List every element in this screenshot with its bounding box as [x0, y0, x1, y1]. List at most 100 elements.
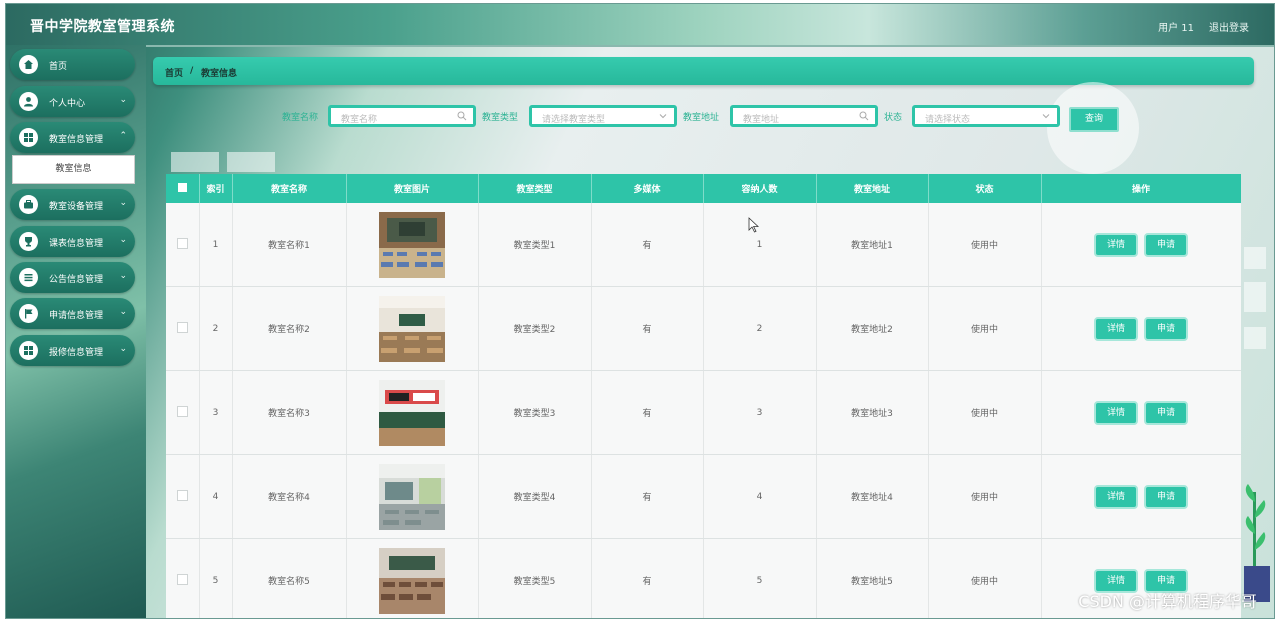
cell-name: 教室名称3 — [232, 370, 347, 455]
classroom-address-input[interactable]: 教室地址 — [730, 105, 878, 127]
chevron-down-icon: ⌄ — [119, 95, 127, 105]
cell-capacity: 3 — [703, 370, 817, 455]
classroom-table: 索引 教室名称 教室图片 教室类型 多媒体 容纳人数 教室地址 状态 操作 1 … — [166, 174, 1241, 618]
table-header-row: 索引 教室名称 教室图片 教室类型 多媒体 容纳人数 教室地址 状态 操作 — [166, 174, 1241, 203]
apply-button[interactable]: 申请 — [1144, 400, 1188, 425]
status-select[interactable]: 请选择状态 — [912, 105, 1060, 127]
chevron-down-icon: ⌄ — [119, 198, 127, 208]
table-row: 4 教室名称4 教室类型4 有 4 教室地址4 使用中 详情 申请 — [166, 454, 1241, 539]
classroom-photo — [379, 211, 445, 278]
user-name: 用户 11 — [1158, 23, 1194, 34]
query-button[interactable]: 查询 — [1069, 107, 1119, 132]
cell-name: 教室名称4 — [232, 454, 347, 539]
detail-button[interactable]: 详情 — [1094, 484, 1138, 509]
select-all-checkbox[interactable] — [166, 174, 200, 203]
user-icon — [19, 92, 38, 111]
cell-address: 教室地址4 — [816, 454, 929, 539]
row-checkbox[interactable] — [166, 203, 200, 287]
cell-image — [346, 203, 479, 287]
chevron-down-icon — [1041, 111, 1051, 124]
chevron-down-icon: ⌄ — [119, 271, 127, 281]
sidebar-item-schedule[interactable]: 课表信息管理 ⌄ — [10, 226, 135, 257]
classroom-photo — [379, 463, 445, 530]
detail-button[interactable]: 详情 — [1094, 400, 1138, 425]
cell-actions: 详情 申请 — [1041, 203, 1241, 287]
classroom-photo — [379, 295, 445, 362]
apply-button[interactable]: 申请 — [1144, 484, 1188, 509]
cell-status: 使用中 — [928, 370, 1042, 455]
cell-name: 教室名称5 — [232, 538, 347, 618]
sidebar-item-classroom-info[interactable]: 教室信息管理 ⌃ — [10, 122, 135, 153]
breadcrumb-home[interactable]: 首页 — [165, 66, 183, 79]
sidebar-item-equipment[interactable]: 教室设备管理 ⌄ — [10, 189, 135, 220]
row-checkbox[interactable] — [166, 538, 200, 618]
column-header: 教室类型 — [478, 174, 592, 203]
sidebar-item-label: 首页 — [49, 62, 68, 72]
chevron-down-icon: ⌄ — [119, 344, 127, 354]
site-title: 晋中学院教室管理系统 — [30, 19, 175, 35]
input-placeholder: 教室地址 — [743, 115, 780, 125]
cell-image — [346, 370, 479, 455]
row-checkbox[interactable] — [166, 370, 200, 455]
flag-icon — [19, 304, 38, 323]
sidebar-item-application[interactable]: 申请信息管理 ⌄ — [10, 298, 135, 329]
cell-capacity: 4 — [703, 454, 817, 539]
cell-name: 教室名称1 — [232, 203, 347, 287]
sidebar-item-home[interactable]: 首页 — [10, 49, 135, 80]
cell-type: 教室类型2 — [478, 286, 592, 371]
sidebar-item-personal-center[interactable]: 个人中心 ⌄ — [10, 86, 135, 117]
cell-type: 教室类型1 — [478, 203, 592, 287]
sidebar-subitem-classroom[interactable]: 教室信息 — [12, 155, 135, 184]
chevron-down-icon: ⌄ — [119, 235, 127, 245]
cell-capacity: 1 — [703, 203, 817, 287]
chevron-up-icon: ⌃ — [119, 131, 127, 141]
sidebar-item-announcement[interactable]: 公告信息管理 ⌄ — [10, 262, 135, 293]
search-icon — [859, 111, 869, 124]
cell-image — [346, 286, 479, 371]
classroom-type-select[interactable]: 请选择教室类型 — [529, 105, 677, 127]
cell-index: 3 — [199, 370, 233, 455]
top-header: 晋中学院教室管理系统 用户 11 退出登录 — [6, 4, 1274, 47]
detail-button[interactable]: 详情 — [1094, 232, 1138, 257]
sidebar-item-label: 公告信息管理 — [49, 275, 104, 285]
sidebar-item-label: 报修信息管理 — [49, 348, 104, 358]
cell-address: 教室地址5 — [816, 538, 929, 618]
breadcrumb: 首页 / 教室信息 — [153, 57, 1254, 85]
column-header: 操作 — [1041, 174, 1241, 203]
cell-capacity: 5 — [703, 538, 817, 618]
background-decoration — [1244, 327, 1266, 349]
logout-link[interactable]: 退出登录 — [1209, 19, 1249, 34]
classroom-name-input[interactable]: 教室名称 — [328, 105, 476, 127]
cell-media: 有 — [591, 370, 704, 455]
cell-type: 教室类型3 — [478, 370, 592, 455]
home-icon — [19, 55, 38, 74]
cell-index: 1 — [199, 203, 233, 287]
cell-name: 教室名称2 — [232, 286, 347, 371]
cell-media: 有 — [591, 286, 704, 371]
cell-status: 使用中 — [928, 538, 1042, 618]
row-checkbox[interactable] — [166, 286, 200, 371]
column-header: 教室图片 — [346, 174, 479, 203]
sidebar-item-label: 课表信息管理 — [49, 239, 104, 249]
cell-actions: 详情 申请 — [1041, 454, 1241, 539]
row-checkbox[interactable] — [166, 454, 200, 539]
detail-button[interactable]: 详情 — [1094, 316, 1138, 341]
cell-actions: 详情 申请 — [1041, 286, 1241, 371]
table-row: 2 教室名称2 教室类型2 有 2 教室地址2 使用中 详情 申请 — [166, 286, 1241, 371]
cell-media: 有 — [591, 538, 704, 618]
table-row: 3 教室名称3 教室类型3 有 3 教室地址3 使用中 详情 申请 — [166, 370, 1241, 455]
cell-index: 2 — [199, 286, 233, 371]
cell-index: 5 — [199, 538, 233, 618]
column-header: 状态 — [928, 174, 1042, 203]
sidebar-item-repair[interactable]: 报修信息管理 ⌄ — [10, 335, 135, 366]
sidebar-item-label: 教室设备管理 — [49, 202, 104, 212]
apply-button[interactable]: 申请 — [1144, 232, 1188, 257]
background-decoration — [227, 152, 275, 172]
cell-address: 教室地址1 — [816, 203, 929, 287]
background-decoration — [171, 152, 219, 172]
cell-status: 使用中 — [928, 203, 1042, 287]
sidebar-item-label: 个人中心 — [49, 99, 86, 109]
breadcrumb-separator: / — [190, 66, 194, 76]
chevron-down-icon: ⌄ — [119, 307, 127, 317]
apply-button[interactable]: 申请 — [1144, 316, 1188, 341]
